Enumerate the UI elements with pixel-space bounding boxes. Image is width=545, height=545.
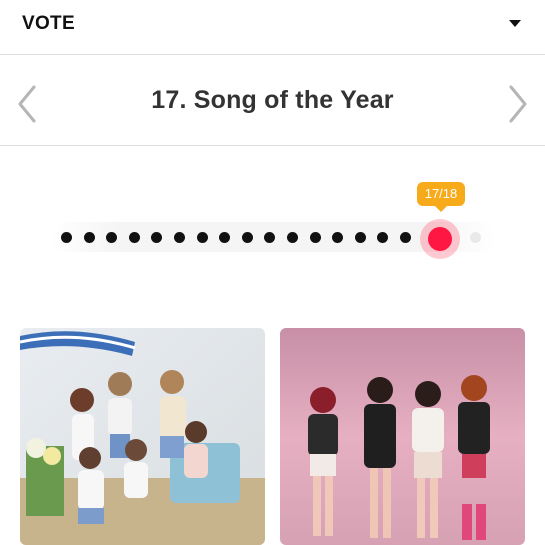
completed-step-dot[interactable]	[309, 232, 321, 243]
progress-badge-tail	[434, 205, 448, 212]
progress-badge: 17/18	[417, 182, 465, 206]
completed-step-dot[interactable]	[196, 232, 208, 243]
completed-step-dot[interactable]	[128, 232, 140, 243]
top-bar: VOTE	[0, 0, 545, 55]
category-heading: 17. Song of the Year	[151, 86, 394, 114]
chevron-left-icon[interactable]	[12, 84, 42, 124]
completed-step-dot[interactable]	[287, 232, 298, 243]
completed-step-dot[interactable]	[241, 232, 253, 243]
nominee-photo	[280, 328, 525, 545]
completed-step-dot[interactable]	[61, 232, 72, 243]
chevron-right-icon[interactable]	[503, 84, 533, 124]
category-progress: 17/18	[0, 148, 545, 288]
nominee-card[interactable]	[280, 328, 525, 545]
pending-step-dot[interactable]	[470, 232, 481, 243]
completed-step-dot[interactable]	[400, 232, 411, 243]
completed-step-dot[interactable]	[354, 232, 366, 243]
completed-step-dot[interactable]	[174, 232, 185, 243]
completed-step-dot[interactable]	[83, 232, 95, 243]
caret-down-icon[interactable]	[509, 20, 521, 27]
current-step-dot[interactable]	[428, 227, 452, 251]
nominee-photo	[20, 328, 265, 545]
section-title: VOTE	[22, 13, 75, 34]
category-navigation: 17. Song of the Year	[0, 56, 545, 146]
nominee-card[interactable]	[20, 328, 265, 545]
